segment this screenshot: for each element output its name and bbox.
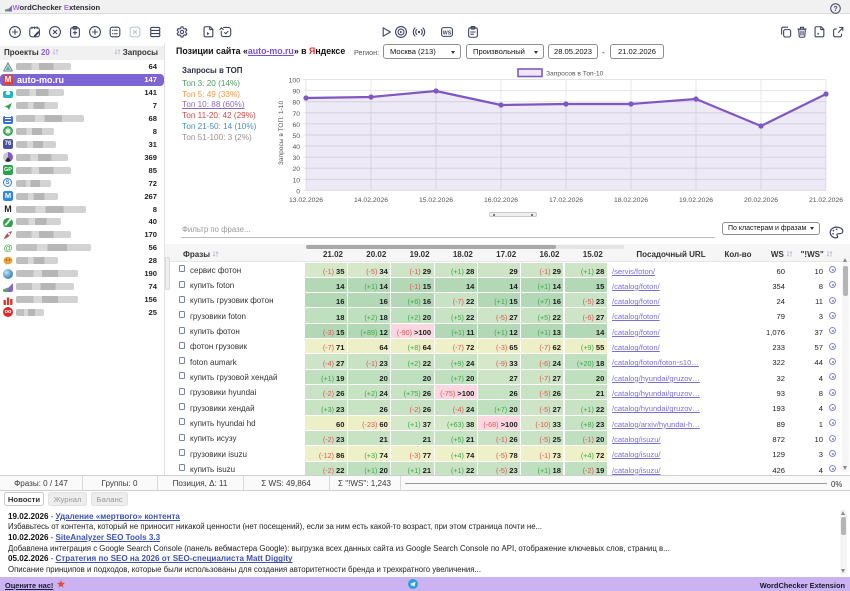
- svg-text:13.02.2026: 13.02.2026: [289, 197, 323, 204]
- svg-text:60: 60: [292, 122, 300, 129]
- svg-text:17.02.2026: 17.02.2026: [549, 197, 583, 204]
- svg-text:15.02.2026: 15.02.2026: [419, 197, 453, 204]
- svg-text:16.02.2026: 16.02.2026: [484, 197, 518, 204]
- svg-text:14.02.2026: 14.02.2026: [354, 197, 388, 204]
- svg-text:0: 0: [296, 188, 300, 195]
- svg-text:Запросов в Топ-10: Запросов в Топ-10: [546, 71, 604, 78]
- svg-text:40: 40: [292, 144, 300, 151]
- svg-text:70: 70: [292, 111, 300, 118]
- svg-text:50: 50: [292, 133, 300, 140]
- svg-text:Запросы в ТОП: 1-10: Запросы в ТОП: 1-10: [278, 101, 285, 166]
- svg-text:80: 80: [292, 100, 300, 107]
- svg-text:100: 100: [289, 78, 301, 85]
- svg-text:?: ?: [833, 6, 837, 13]
- svg-text:10: 10: [292, 177, 300, 184]
- svg-text:20: 20: [292, 166, 300, 173]
- svg-text:WS: WS: [442, 30, 451, 36]
- svg-text:19.02.2026: 19.02.2026: [679, 197, 713, 204]
- svg-text:20.02.2026: 20.02.2026: [744, 197, 778, 204]
- svg-text:30: 30: [292, 155, 300, 162]
- svg-text:18.02.2026: 18.02.2026: [614, 197, 648, 204]
- svg-text:90: 90: [292, 89, 300, 96]
- svg-text:21.02.2026: 21.02.2026: [809, 197, 843, 204]
